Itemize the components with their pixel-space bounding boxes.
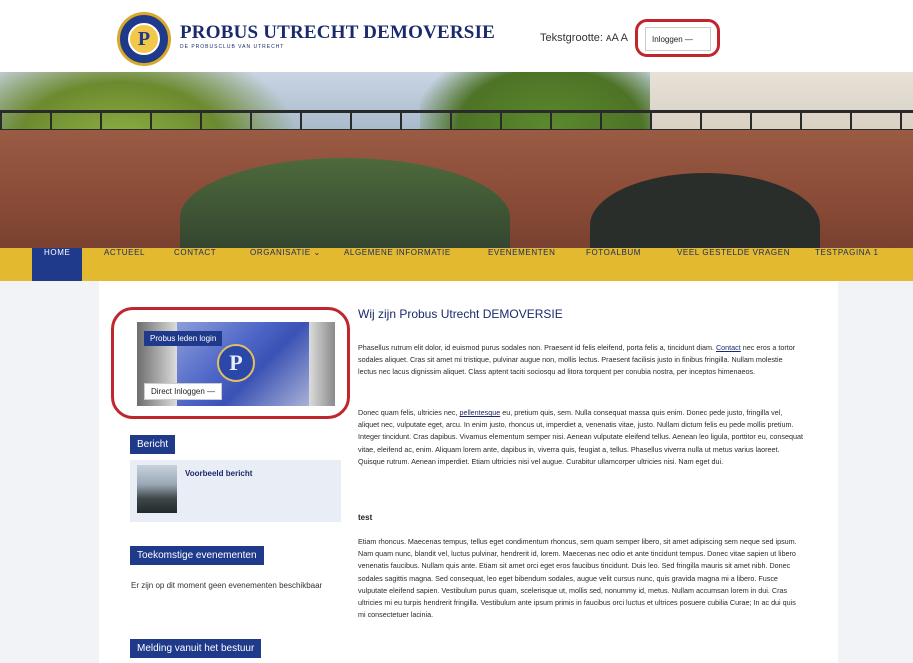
bericht-title: Bericht <box>130 435 176 454</box>
nav-item-home[interactable]: HOME <box>32 248 83 281</box>
contact-link[interactable]: Contact <box>716 343 741 352</box>
para1-text-a: Phasellus rutrum elit dolor, id euismod … <box>358 343 714 352</box>
brick-bridge <box>0 130 913 248</box>
nav-item-actueel[interactable]: ACTUEEL <box>104 248 145 281</box>
post-card[interactable]: Voorbeeld bericht <box>130 460 341 522</box>
third-paragraph: Etiam rhoncus. Maecenas tempus, tellus e… <box>358 537 797 620</box>
events-empty-text: Er zijn op dit moment geen evenementen b… <box>131 581 323 590</box>
nav-item-contact[interactable]: CONTACT <box>174 248 216 281</box>
nav-item-evenementen[interactable]: EVENEMENTEN <box>488 248 556 281</box>
pellentesque-link[interactable]: pellentesque <box>459 408 500 417</box>
board-notice-title: Melding vanuit het bestuur <box>130 639 262 658</box>
section-subheading: test <box>358 513 373 522</box>
events-title: Toekomstige evenementen <box>130 546 264 565</box>
text-size-control[interactable]: Tekstgrootte: ᴀA A <box>540 32 628 44</box>
probus-logo-icon[interactable]: P <box>117 12 171 66</box>
bridge-railing <box>0 110 913 132</box>
nav-item-fotoalbum[interactable]: FOTOALBUM <box>586 248 641 281</box>
para2-text-a: Donec quam felis, ultricies nec, <box>358 408 458 417</box>
logo-inner: P <box>128 23 160 55</box>
nav-item-testpagina[interactable]: TESTPAGINA 1 <box>815 248 879 281</box>
nav-item-organisatie[interactable]: ORGANISATIE ⌄ <box>250 248 321 281</box>
main-nav: HOME ACTUEEL CONTACT ORGANISATIE ⌄ ALGEM… <box>0 248 913 281</box>
post-title[interactable]: Voorbeeld bericht <box>185 469 252 478</box>
bridge-arch-left <box>180 158 510 248</box>
page-title: Wij zijn Probus Utrecht DEMOVERSIE <box>358 307 563 321</box>
logo-letter: P <box>137 28 151 50</box>
intro-paragraph: Phasellus rutrum elit dolor, id euismod … <box>358 342 803 379</box>
post-thumbnail[interactable] <box>137 465 177 513</box>
nav-item-faq[interactable]: VEEL GESTELDE VRAGEN <box>677 248 790 281</box>
site-title[interactable]: PROBUS UTRECHT DEMOVERSIE <box>180 22 495 44</box>
second-paragraph: Donec quam felis, ultricies nec, pellent… <box>358 407 803 468</box>
hero-bridge-photo <box>0 72 913 248</box>
nav-item-algemene-informatie[interactable]: ALGEMENE INFORMATIE <box>344 248 451 281</box>
highlight-circle <box>635 19 720 57</box>
site-subtitle: DE PROBUSCLUB VAN UTRECHT <box>180 44 285 50</box>
highlight-circle-sidebar <box>111 307 350 419</box>
bridge-arch-right <box>590 173 820 248</box>
site-header: P PROBUS UTRECHT DEMOVERSIE DE PROBUSCLU… <box>0 0 913 72</box>
